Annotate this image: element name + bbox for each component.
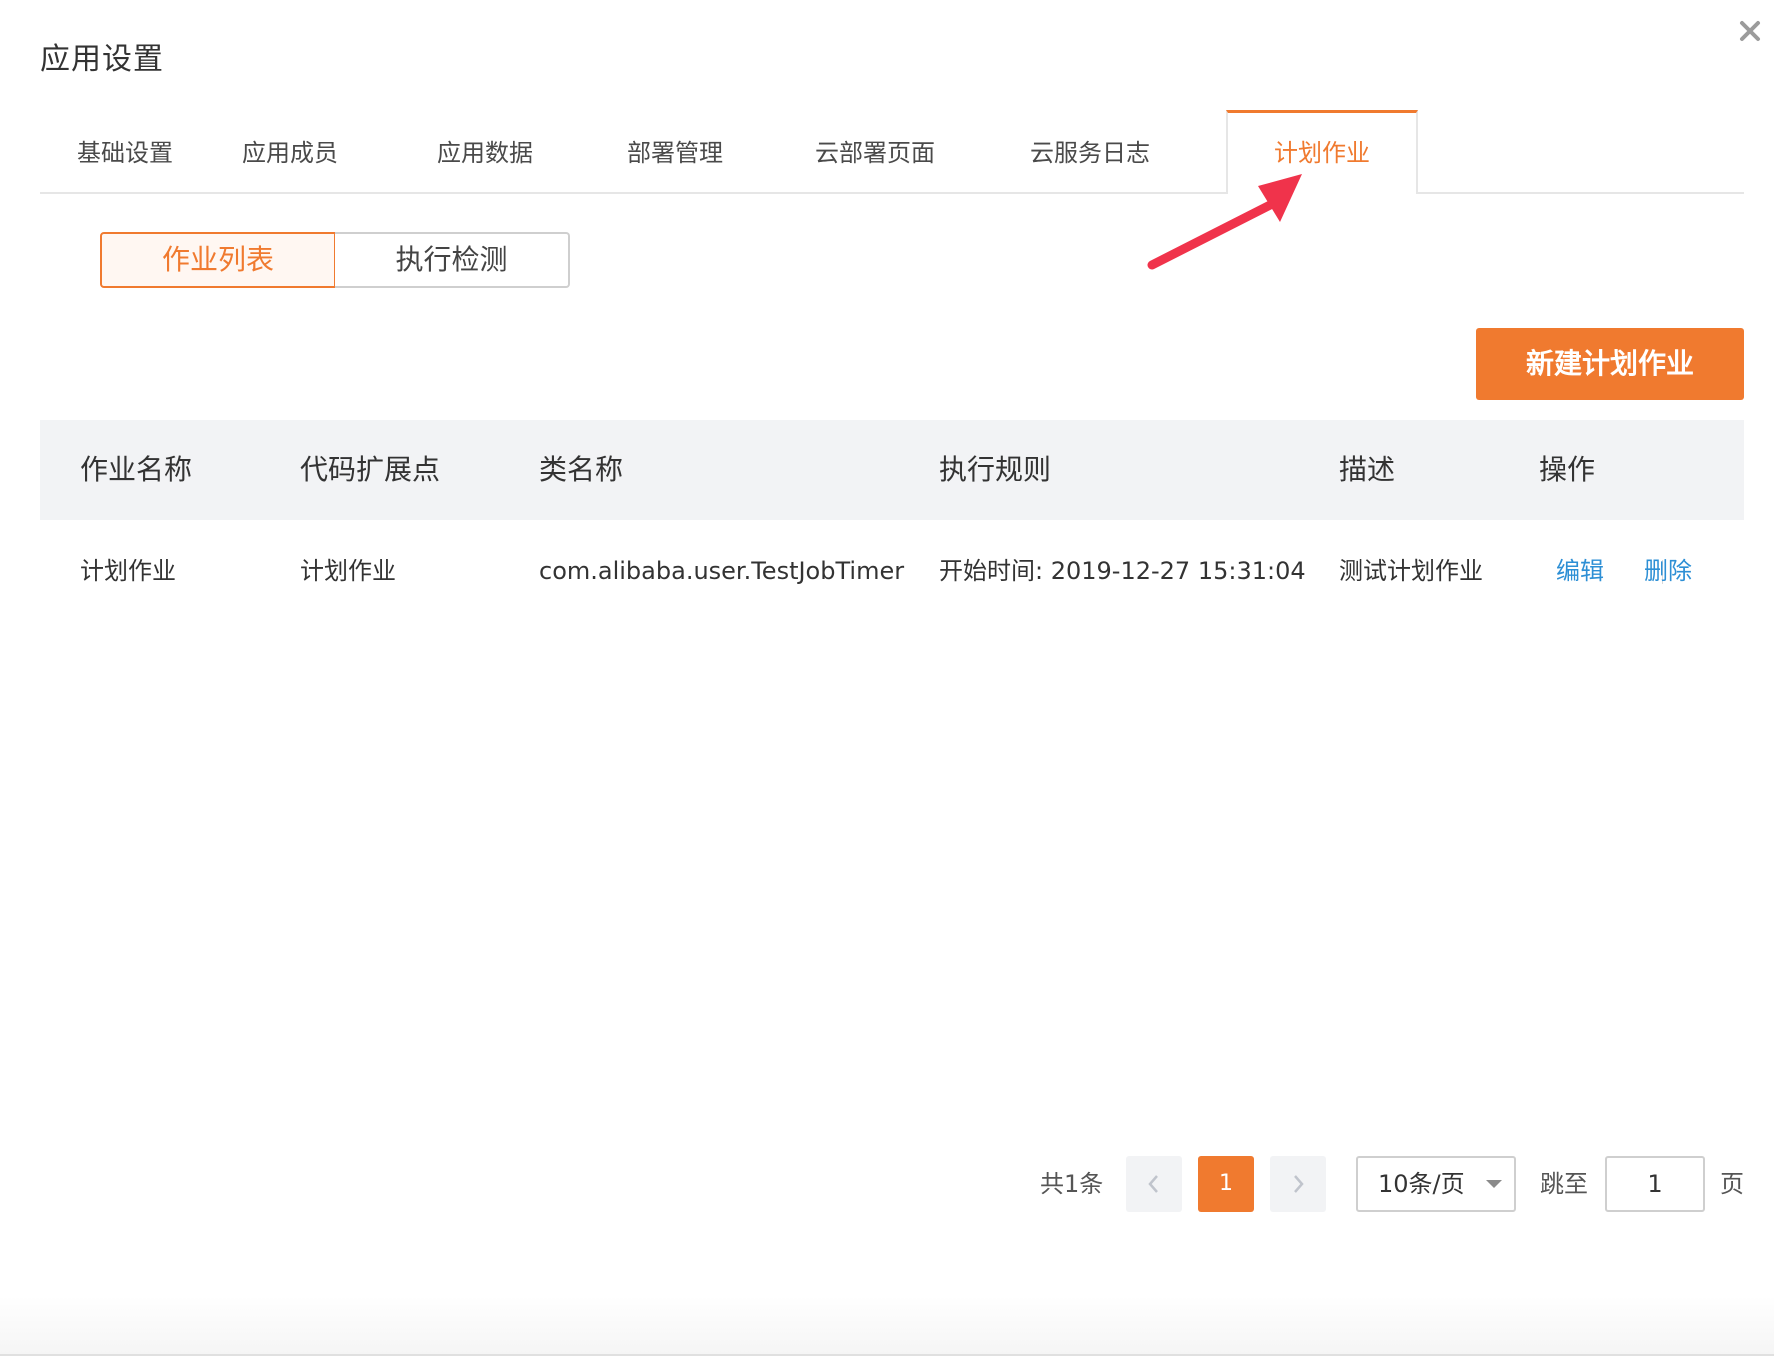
cell-description: 测试计划作业 <box>1339 557 1483 585</box>
page-size-select[interactable]: 10条/页 <box>1356 1156 1516 1212</box>
cell-extension-point: 计划作业 <box>300 557 396 585</box>
tab-deploy-management[interactable]: 部署管理 <box>590 110 760 192</box>
column-header-actions: 操作 <box>1539 453 1596 486</box>
page-title: 应用设置 <box>40 42 164 77</box>
caret-down-icon <box>1486 1180 1502 1188</box>
page-size-value: 10条/页 <box>1378 1170 1465 1198</box>
column-header-description: 描述 <box>1339 453 1396 486</box>
chevron-right-icon <box>1294 1175 1304 1193</box>
total-count: 共1条 <box>1040 1170 1104 1198</box>
column-header-extension-point: 代码扩展点 <box>300 453 441 486</box>
segment-job-list[interactable]: 作业列表 <box>100 232 336 288</box>
tab-cloud-deploy-page[interactable]: 云部署页面 <box>780 110 970 192</box>
column-header-job-name: 作业名称 <box>80 453 193 486</box>
settings-tabs: 基础设置 应用成员 应用数据 部署管理 云部署页面 云服务日志 计划作业 <box>40 110 1744 194</box>
column-header-exec-rule: 执行规则 <box>939 453 1052 486</box>
tab-app-data[interactable]: 应用数据 <box>400 110 570 192</box>
table-row: 计划作业 计划作业 com.alibaba.user.TestJobTimer … <box>40 520 1744 622</box>
cell-exec-rule: 开始时间: 2019-12-27 15:31:04 <box>939 557 1306 585</box>
delete-link[interactable]: 删除 <box>1644 520 1692 622</box>
tab-app-members[interactable]: 应用成员 <box>210 110 370 192</box>
page-button-current[interactable]: 1 <box>1198 1156 1254 1212</box>
column-header-class-name: 类名称 <box>539 453 624 486</box>
jump-to-label: 跳至 <box>1540 1170 1588 1198</box>
segment-exec-check[interactable]: 执行检测 <box>335 232 570 288</box>
dialog-footer <box>0 1296 1774 1356</box>
close-icon <box>1740 21 1760 41</box>
page-suffix-label: 页 <box>1720 1170 1744 1198</box>
new-scheduled-job-button[interactable]: 新建计划作业 <box>1476 328 1744 400</box>
annotation-arrow-icon <box>1147 174 1302 270</box>
jump-to-page-input[interactable] <box>1605 1156 1705 1212</box>
edit-link[interactable]: 编辑 <box>1556 520 1604 622</box>
cell-class-name: com.alibaba.user.TestJobTimer <box>539 557 905 585</box>
chevron-left-icon <box>1148 1175 1158 1193</box>
prev-page-button[interactable] <box>1126 1156 1182 1212</box>
close-button[interactable] <box>1735 16 1765 46</box>
tab-basic-settings[interactable]: 基础设置 <box>40 110 210 192</box>
table-header: 作业名称 代码扩展点 类名称 执行规则 描述 操作 <box>40 420 1744 520</box>
next-page-button[interactable] <box>1270 1156 1326 1212</box>
cell-job-name: 计划作业 <box>80 557 176 585</box>
